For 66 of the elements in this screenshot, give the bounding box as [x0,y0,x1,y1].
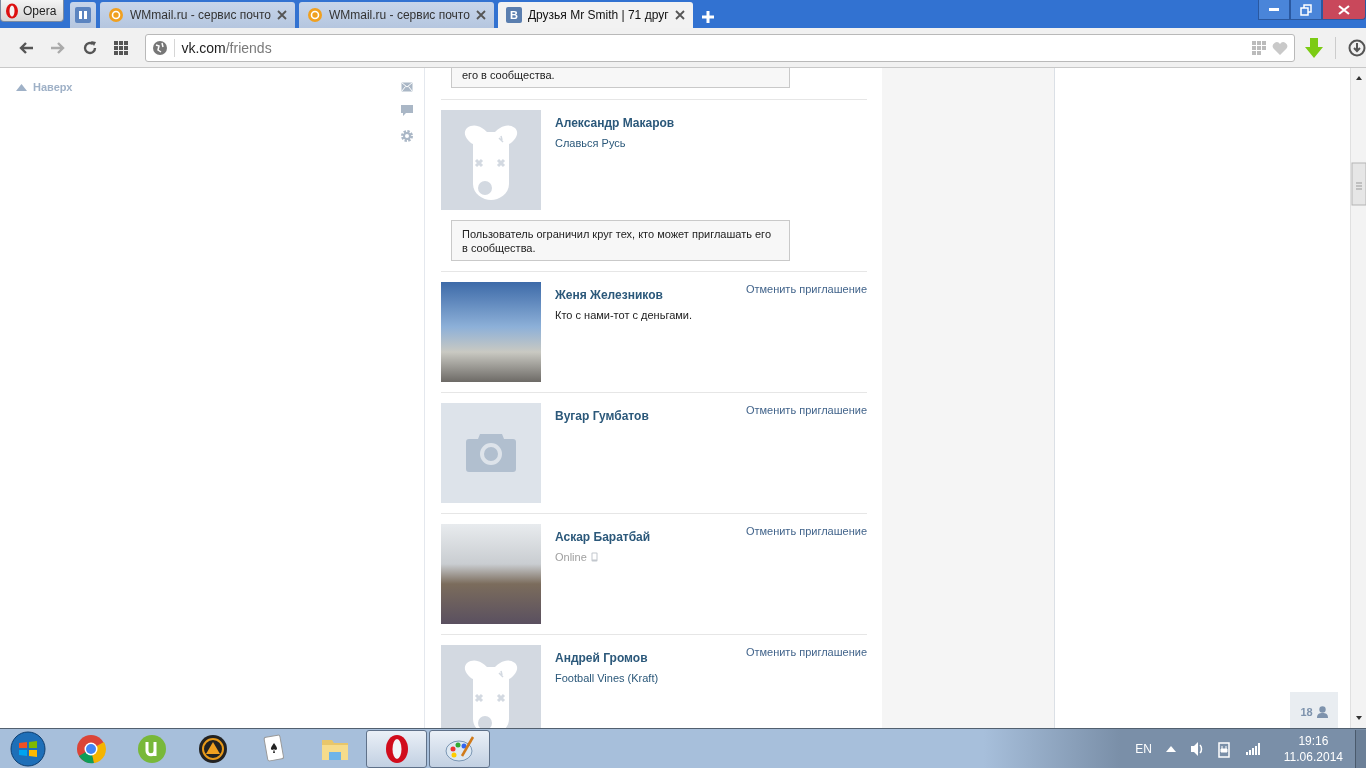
camera-icon [466,434,516,472]
restore-icon [1300,3,1312,16]
power-plug-icon[interactable] [1217,739,1232,758]
mail-site-icon [306,7,323,23]
address-bar[interactable]: vk.com/friends [145,33,1295,62]
tab-title: Друзья Mr Smith | 71 друг [527,8,669,22]
privacy-notice: Пользователь ограничил круг тех, кто может приглашать его в сообщества. [451,220,790,261]
status-link[interactable]: Славься Русь [555,137,626,149]
tab-title: WMmail.ru - сервис почто [130,8,271,22]
up-triangle-icon [16,83,27,91]
close-icon [1338,4,1350,15]
friend-name-link[interactable]: Аскар Баратбай [555,530,746,544]
browser-tab[interactable] [70,2,96,28]
minimize-button[interactable] [1258,0,1290,20]
close-icon[interactable] [475,10,486,20]
photo-placeholder[interactable] [441,282,541,382]
taskbar-app-button[interactable] [429,729,490,768]
settings-icon[interactable] [401,130,413,142]
online-status: Online [555,551,587,563]
close-button[interactable] [1322,0,1366,20]
close-icon[interactable] [674,10,685,20]
torrent-icon [136,733,167,764]
friend-name-link[interactable]: Женя Железников [555,288,746,302]
windows-logo-icon [10,730,46,767]
chrome-icon [75,733,106,764]
opera-menu-button[interactable]: Opera [0,0,64,22]
person-icon [1316,706,1328,718]
new-tab-icon[interactable] [700,10,715,24]
restore-button[interactable] [1290,0,1322,20]
mail-icon[interactable] [401,82,413,92]
back-arrow-icon [17,40,34,55]
signal-bars-icon[interactable] [1245,742,1262,755]
opera-logo-icon [5,2,19,19]
friend-name-link[interactable]: Андрей Громов [555,651,746,665]
cancel-invitation-link[interactable]: Отменить приглашение [745,645,867,728]
minimize-icon [1269,8,1279,11]
forward-arrow-icon [49,40,66,55]
cancel-invitation-link[interactable]: Отменить приглашение [745,403,867,503]
friend-name-link[interactable]: Вугар Гумбатов [555,409,746,423]
download-icon[interactable] [1348,38,1366,57]
grid-icon [114,40,129,55]
friend-name-link[interactable]: Александр Макаров [555,116,867,130]
close-icon[interactable] [276,10,287,20]
photo-placeholder[interactable] [441,524,541,624]
status-text: Кто с нами-тот с деньгами. [555,309,693,321]
chat-bubble-icon[interactable] [401,105,413,117]
privacy-notice: его в сообщества. [451,68,790,88]
browser-tab[interactable]: WMmail.ru - сервис почто [100,2,295,28]
show-hidden-icons-icon[interactable] [1165,745,1176,752]
globe-icon [152,39,169,56]
grid-icon[interactable] [1252,40,1266,55]
cancel-invitation-link[interactable]: Отменить приглашение [745,524,867,624]
browser-tab[interactable]: WMmail.ru - сервис почто [298,2,494,28]
tab-title: WMmail.ru - сервис почто [328,8,470,22]
taskbar-app-button[interactable] [366,729,427,768]
speaker-icon[interactable] [1189,740,1204,757]
url-text: vk.com/friends [181,39,272,56]
status-link[interactable]: Football Vines (Kraft) [555,672,659,684]
cancel-invitation-link[interactable]: Отменить приглашение [745,282,867,382]
player-icon [197,733,228,764]
download-arrow-icon[interactable] [1305,37,1323,58]
mail-site-icon [108,7,124,23]
browser-tab[interactable]: В Друзья Mr Smith | 71 друг [497,2,693,28]
vk-site-icon: В [505,7,522,23]
show-desktop-button[interactable] [1355,729,1366,768]
reload-icon [81,39,98,56]
